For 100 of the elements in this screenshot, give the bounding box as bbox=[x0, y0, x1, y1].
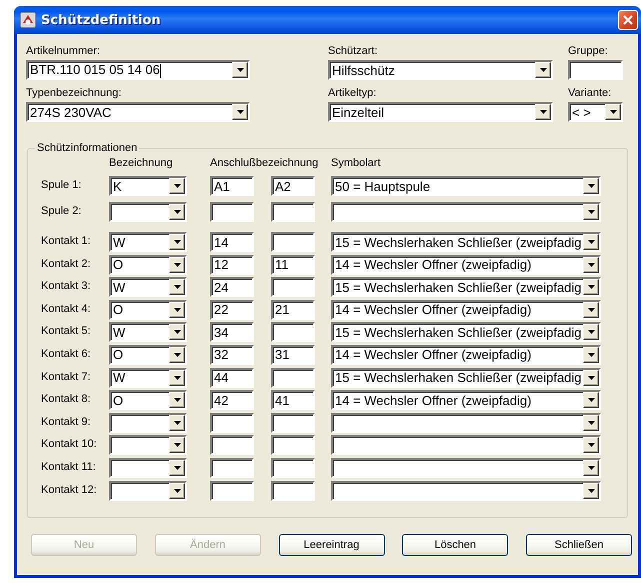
symbol-type-dropdown[interactable]: 14 = Wechsler Offner (zweipfadig) bbox=[331, 254, 601, 275]
symbol-type-dropdown[interactable] bbox=[331, 435, 601, 456]
symbol-type-dropdown[interactable]: 15 = Wechslerhaken Schließer (zweipfadig bbox=[331, 322, 601, 342]
terminal-field[interactable]: 11 bbox=[271, 254, 315, 275]
dropdown-button[interactable] bbox=[583, 482, 599, 499]
dialog-button[interactable]: Schließen bbox=[526, 534, 632, 556]
dropdown-button[interactable] bbox=[535, 104, 551, 120]
terminal-field[interactable] bbox=[271, 480, 315, 501]
article-number-dropdown[interactable]: BTR.110 015 05 14 06 bbox=[26, 60, 250, 80]
symbol-type-dropdown[interactable]: 15 = Wechslerhaken Schließer (zweipfadig bbox=[331, 368, 601, 388]
terminal-field[interactable] bbox=[210, 435, 254, 456]
terminal-field[interactable]: 21 bbox=[271, 300, 315, 320]
designation-dropdown[interactable]: O bbox=[109, 300, 187, 320]
dropdown-button[interactable] bbox=[583, 392, 599, 408]
terminal-field[interactable] bbox=[271, 322, 315, 342]
symbol-type-dropdown[interactable] bbox=[331, 412, 601, 433]
dropdown-button[interactable] bbox=[169, 482, 185, 499]
symbol-type-dropdown[interactable]: 15 = Wechslerhaken Schließer (zweipfadig bbox=[331, 232, 601, 252]
designation-dropdown[interactable]: K bbox=[109, 176, 187, 196]
terminal-field[interactable] bbox=[271, 435, 315, 456]
terminal-field[interactable] bbox=[271, 277, 315, 298]
symbol-type-dropdown[interactable]: 14 = Wechsler Offner (zweipfadig) bbox=[331, 344, 601, 365]
dropdown-button[interactable] bbox=[583, 437, 599, 454]
dropdown-button[interactable] bbox=[583, 178, 599, 194]
designation-dropdown[interactable] bbox=[109, 412, 187, 433]
type-designation-dropdown[interactable]: 274S 230VAC bbox=[26, 102, 250, 122]
dropdown-button[interactable] bbox=[583, 279, 599, 296]
symbol-type-dropdown[interactable]: 14 = Wechsler Offner (zweipfadig) bbox=[331, 300, 601, 320]
dropdown-button[interactable] bbox=[583, 302, 599, 318]
dropdown-button[interactable] bbox=[169, 437, 185, 454]
terminal-field[interactable]: A1 bbox=[210, 176, 254, 196]
terminal-field[interactable] bbox=[210, 202, 254, 222]
terminal-field[interactable] bbox=[271, 458, 315, 478]
symbol-type-dropdown[interactable]: 15 = Wechslerhaken Schließer (zweipfadig bbox=[331, 277, 601, 298]
designation-dropdown[interactable] bbox=[109, 480, 187, 501]
dropdown-button[interactable] bbox=[583, 256, 599, 273]
dropdown-button[interactable] bbox=[169, 392, 185, 408]
designation-dropdown[interactable] bbox=[109, 458, 187, 478]
contactor-type-dropdown[interactable]: Hilfsschütz bbox=[328, 60, 553, 80]
terminal-field[interactable]: 44 bbox=[210, 368, 254, 388]
designation-dropdown[interactable] bbox=[109, 435, 187, 456]
row-label: Kontakt 8: bbox=[41, 392, 92, 406]
article-type-dropdown[interactable]: Einzelteil bbox=[328, 102, 553, 122]
terminal-field[interactable]: 14 bbox=[210, 232, 254, 252]
terminal-field[interactable]: 12 bbox=[210, 254, 254, 275]
terminal-field[interactable] bbox=[271, 202, 315, 222]
terminal-field[interactable]: A2 bbox=[271, 176, 315, 196]
symbol-type-dropdown[interactable]: 50 = Hauptspule bbox=[331, 176, 601, 196]
terminal-field[interactable] bbox=[210, 458, 254, 478]
designation-dropdown[interactable]: W bbox=[109, 277, 187, 298]
dropdown-button[interactable] bbox=[605, 104, 621, 120]
dropdown-button[interactable] bbox=[583, 460, 599, 476]
dropdown-button[interactable] bbox=[169, 346, 185, 363]
dialog-button[interactable]: Leereintrag bbox=[278, 534, 384, 556]
dropdown-button[interactable] bbox=[232, 104, 248, 120]
terminal-field[interactable]: 32 bbox=[210, 344, 254, 365]
symbol-type-dropdown[interactable] bbox=[331, 202, 601, 222]
dropdown-button[interactable] bbox=[169, 460, 185, 476]
terminal-field[interactable]: 24 bbox=[210, 277, 254, 298]
dropdown-button[interactable] bbox=[169, 324, 185, 340]
dropdown-button[interactable] bbox=[535, 62, 551, 78]
dropdown-button[interactable] bbox=[169, 302, 185, 318]
close-button[interactable] bbox=[618, 10, 638, 30]
terminal-field[interactable] bbox=[271, 368, 315, 388]
symbol-type-dropdown[interactable]: 14 = Wechsler Offner (zweipfadig) bbox=[331, 390, 601, 410]
designation-dropdown[interactable]: W bbox=[109, 368, 187, 388]
dropdown-button[interactable] bbox=[169, 178, 185, 194]
terminal-field[interactable]: 22 bbox=[210, 300, 254, 320]
symbol-type-dropdown[interactable] bbox=[331, 480, 601, 501]
dropdown-button[interactable] bbox=[583, 234, 599, 250]
dropdown-button[interactable] bbox=[583, 204, 599, 220]
dialog-button[interactable]: Löschen bbox=[402, 534, 508, 556]
terminal-field[interactable]: 41 bbox=[271, 390, 315, 410]
dropdown-button[interactable] bbox=[169, 370, 185, 386]
designation-dropdown[interactable]: O bbox=[109, 344, 187, 365]
dropdown-button[interactable] bbox=[169, 234, 185, 250]
terminal-field[interactable]: 42 bbox=[210, 390, 254, 410]
terminal-field[interactable]: 31 bbox=[271, 344, 315, 365]
dropdown-button[interactable] bbox=[583, 324, 599, 340]
variant-dropdown[interactable]: < > bbox=[568, 102, 623, 122]
terminal-field[interactable] bbox=[210, 412, 254, 433]
designation-dropdown[interactable]: W bbox=[109, 232, 187, 252]
dropdown-button[interactable] bbox=[169, 414, 185, 431]
dropdown-button[interactable] bbox=[583, 370, 599, 386]
dropdown-button[interactable] bbox=[169, 204, 185, 220]
designation-dropdown[interactable]: O bbox=[109, 254, 187, 275]
dropdown-button[interactable] bbox=[583, 346, 599, 363]
designation-dropdown[interactable]: W bbox=[109, 322, 187, 342]
dropdown-button[interactable] bbox=[583, 414, 599, 431]
terminal-field[interactable]: 34 bbox=[210, 322, 254, 342]
dropdown-button[interactable] bbox=[169, 256, 185, 273]
terminal-field[interactable] bbox=[271, 412, 315, 433]
designation-dropdown[interactable]: O bbox=[109, 390, 187, 410]
dropdown-button[interactable] bbox=[169, 279, 185, 296]
terminal-field[interactable] bbox=[210, 480, 254, 501]
group-field[interactable] bbox=[568, 60, 623, 80]
dropdown-button[interactable] bbox=[232, 62, 248, 78]
designation-dropdown[interactable] bbox=[109, 202, 187, 222]
terminal-field[interactable] bbox=[271, 232, 315, 252]
symbol-type-dropdown[interactable] bbox=[331, 458, 601, 478]
